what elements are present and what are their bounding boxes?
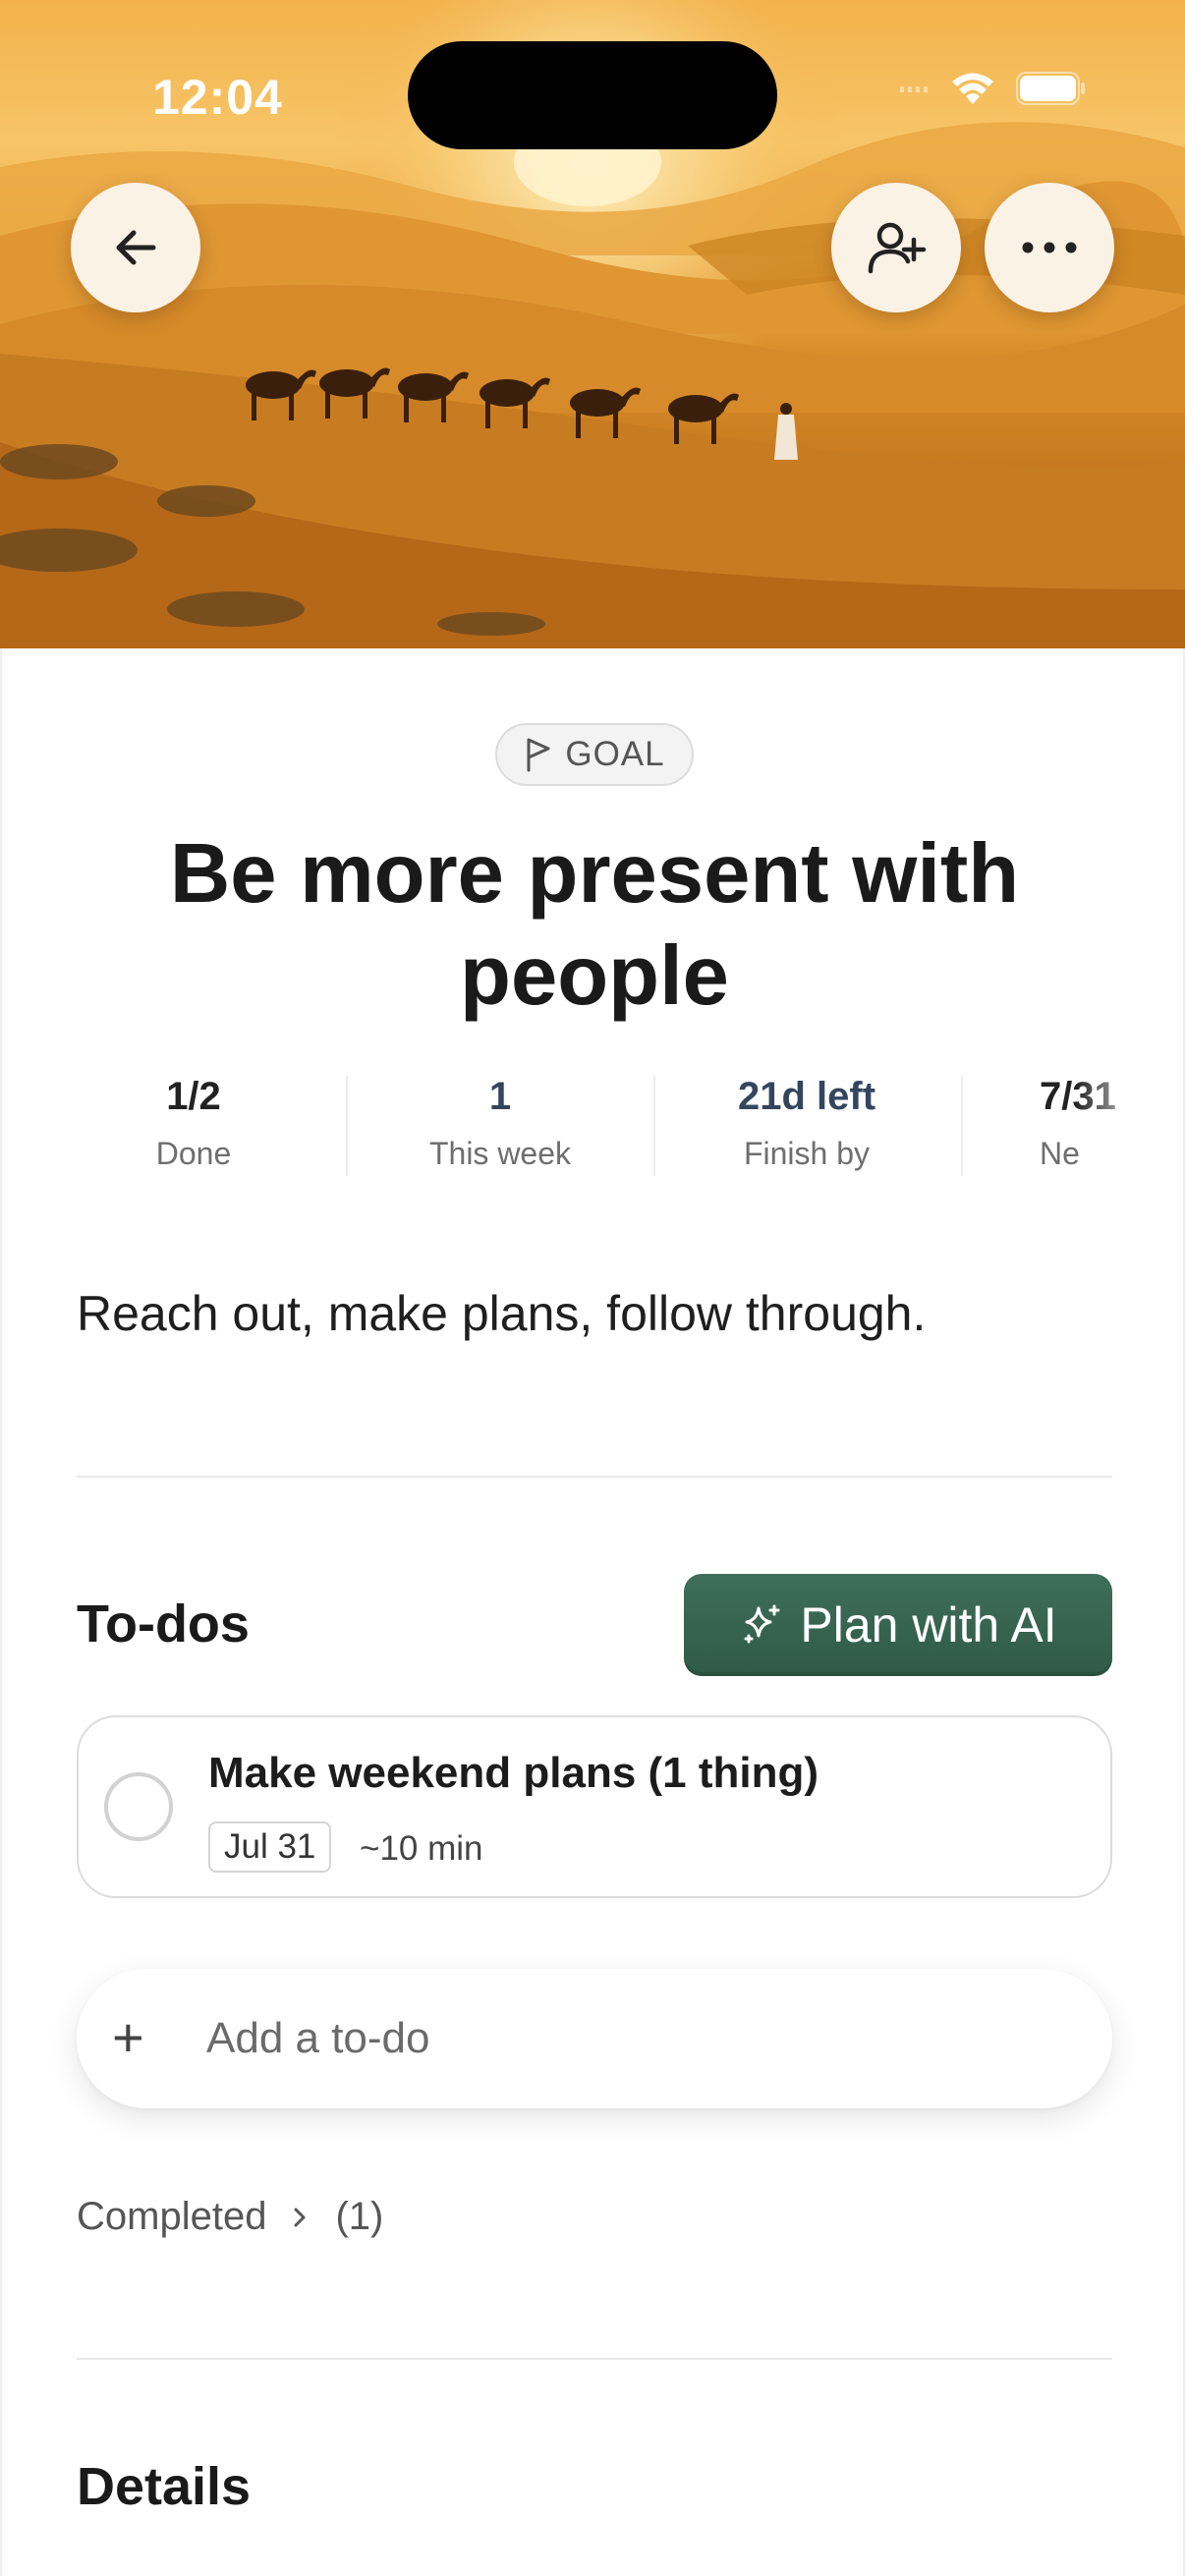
goal-description[interactable]: Reach out, make plans, follow through.	[77, 1285, 926, 1342]
completed-label: Completed	[77, 2195, 267, 2238]
add-person-icon	[868, 222, 927, 274]
add-todo-field[interactable]: + Add a to-do	[77, 1969, 1112, 2108]
wifi-icon	[952, 73, 993, 104]
completed-toggle[interactable]: Completed (1)	[77, 2195, 383, 2239]
todo-item[interactable]: Make weekend plans (1 thing) Jul 31 ~10 …	[77, 1715, 1112, 1898]
arrow-left-icon	[116, 230, 156, 265]
back-button[interactable]	[71, 183, 200, 312]
add-collaborator-button[interactable]	[831, 183, 961, 312]
goal-stats-row: 1/2 Done 1 This week 21d left Finish by …	[2, 1071, 1185, 1179]
sparkle-icon	[744, 1604, 780, 1644]
todo-due-date: Jul 31	[208, 1821, 332, 1873]
hero-image: 12:04	[0, 0, 1185, 648]
flag-icon	[527, 738, 550, 772]
battery-icon	[1016, 72, 1085, 105]
goal-detail-sheet: GOAL Be more present with people 1/2 Don…	[0, 648, 1185, 2576]
goal-badge: GOAL	[495, 723, 694, 786]
completed-count: (1)	[335, 2195, 384, 2238]
signal-icon	[900, 86, 928, 92]
dynamic-island	[408, 41, 777, 149]
todo-duration: ~10 min	[360, 1829, 483, 1868]
todo-checkbox[interactable]	[104, 1772, 173, 1841]
section-divider	[77, 2358, 1112, 2360]
stat-divider	[653, 1076, 655, 1176]
todo-title: Make weekend plans (1 thing)	[208, 1749, 819, 1797]
chevron-right-icon	[294, 2208, 306, 2226]
status-time: 12:04	[152, 70, 283, 125]
todos-heading: To-dos	[77, 1595, 250, 1653]
ellipsis-icon	[1022, 242, 1077, 253]
plan-with-ai-button[interactable]: Plan with AI	[684, 1574, 1112, 1676]
goal-title[interactable]: Be more present with people	[61, 823, 1128, 1028]
more-options-button[interactable]	[985, 183, 1114, 312]
stat-this-week: 1 This week	[428, 1075, 572, 1171]
section-divider	[77, 1476, 1112, 1478]
stat-finish-by: 21d left Finish by	[737, 1075, 876, 1171]
stat-divider	[346, 1076, 348, 1176]
goal-badge-label: GOAL	[565, 735, 665, 773]
details-heading: Details	[77, 2457, 252, 2516]
plus-icon: +	[112, 2006, 144, 2068]
plan-with-ai-label: Plan with AI	[800, 1597, 1057, 1652]
stats-scroll-fade	[1075, 1061, 1183, 1189]
stat-done: 1/2 Done	[155, 1075, 232, 1171]
status-icons	[900, 71, 1087, 106]
add-todo-placeholder: Add a to-do	[206, 2014, 430, 2062]
stat-divider	[961, 1076, 963, 1176]
